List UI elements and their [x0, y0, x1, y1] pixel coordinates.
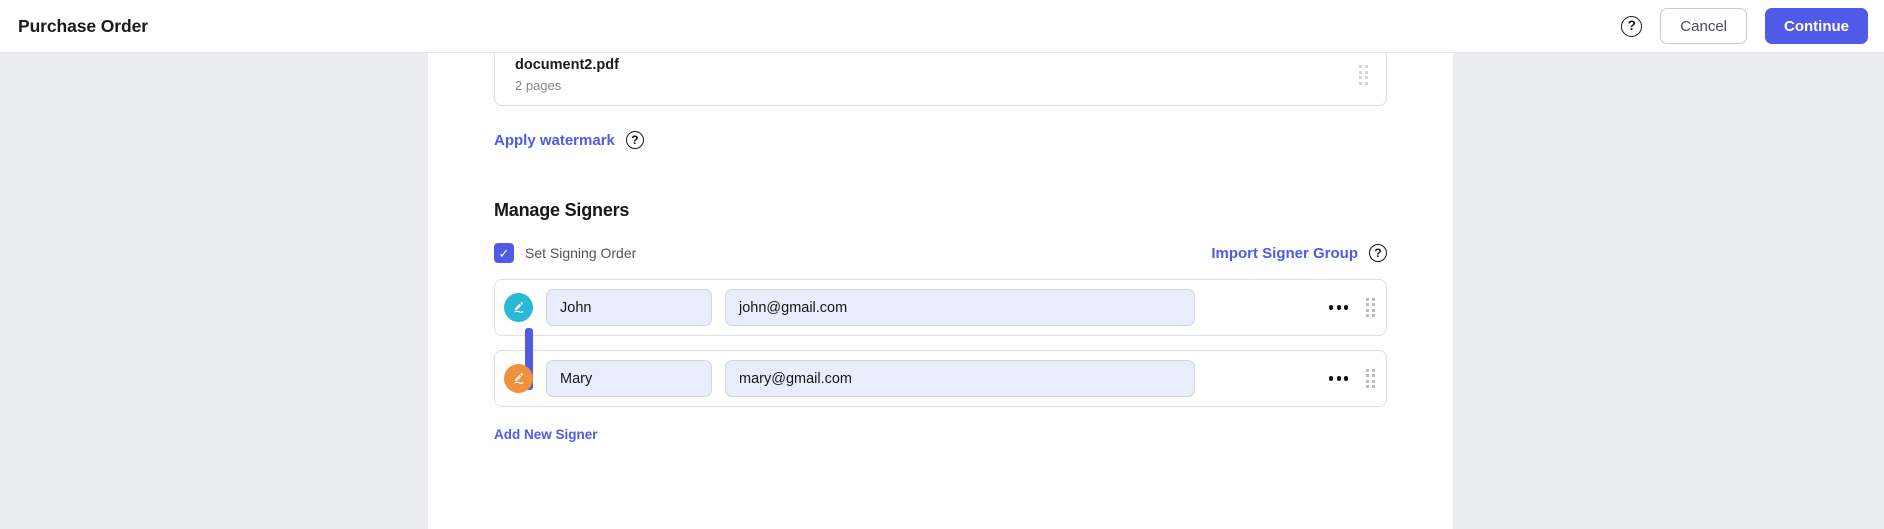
body-area: document2.pdf 2 pages Apply watermark ? … — [0, 53, 1884, 529]
signer-name-input[interactable]: John — [546, 289, 712, 326]
signers-toolbar: ✓ Set Signing Order Import Signer Group … — [494, 243, 1387, 263]
add-new-signer-link[interactable]: Add New Signer — [494, 427, 598, 442]
document-card[interactable]: document2.pdf 2 pages — [494, 53, 1387, 106]
ellipsis-icon[interactable] — [1320, 299, 1358, 315]
signer-row[interactable]: John john@gmail.com — [494, 279, 1387, 336]
apply-watermark-row: Apply watermark ? — [494, 131, 1387, 149]
import-signer-group-link[interactable]: Import Signer Group — [1211, 245, 1358, 262]
continue-button[interactable]: Continue — [1765, 8, 1868, 44]
set-signing-order-checkbox[interactable]: ✓ Set Signing Order — [494, 243, 636, 263]
app-header: Purchase Order ? Cancel Continue — [0, 0, 1884, 53]
drag-handle-icon[interactable] — [1359, 65, 1368, 85]
page-title: Purchase Order — [18, 15, 148, 36]
signer-email-input[interactable]: john@gmail.com — [725, 289, 1195, 326]
watermark-help-icon[interactable]: ? — [625, 131, 644, 149]
document-name: document2.pdf — [515, 57, 619, 73]
document-page-count: 2 pages — [515, 78, 562, 93]
help-icon[interactable]: ? — [1621, 15, 1643, 37]
set-signing-order-label: Set Signing Order — [525, 245, 637, 261]
signature-pen-icon — [504, 364, 533, 393]
cancel-button[interactable]: Cancel — [1660, 8, 1747, 44]
signer-name-input[interactable]: Mary — [546, 360, 712, 397]
right-rail — [1453, 53, 1884, 529]
apply-watermark-link[interactable]: Apply watermark — [494, 132, 615, 149]
import-signer-group-help-icon[interactable]: ? — [1369, 244, 1387, 262]
checkbox-check-icon: ✓ — [494, 243, 514, 263]
drag-handle-icon[interactable] — [1366, 297, 1375, 318]
ellipsis-icon[interactable] — [1320, 370, 1358, 386]
signer-email-input[interactable]: mary@gmail.com — [725, 360, 1195, 397]
content-panel: document2.pdf 2 pages Apply watermark ? … — [428, 53, 1453, 529]
left-rail — [0, 53, 428, 529]
signers-list: John john@gmail.com Mary mary@gmail.com — [494, 279, 1387, 407]
signer-row[interactable]: Mary mary@gmail.com — [494, 350, 1387, 407]
manage-signers-heading: Manage Signers — [494, 200, 630, 220]
signature-pen-icon — [504, 293, 533, 322]
import-signer-group-row: Import Signer Group ? — [1211, 244, 1387, 262]
document-meta: document2.pdf 2 pages — [515, 57, 619, 93]
header-actions: ? Cancel Continue — [1621, 8, 1868, 44]
drag-handle-icon[interactable] — [1366, 368, 1375, 389]
